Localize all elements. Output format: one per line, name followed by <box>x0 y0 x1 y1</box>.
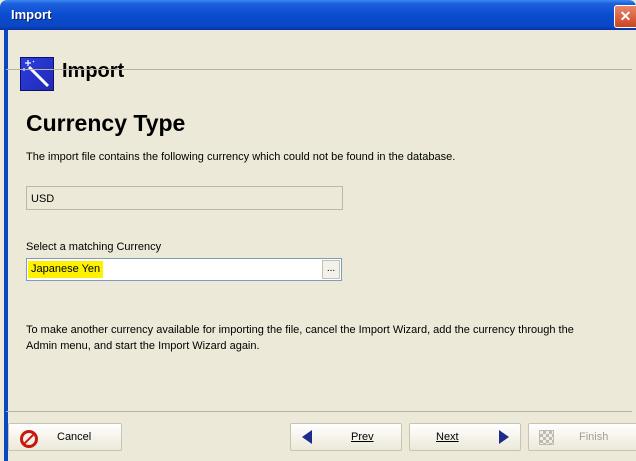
cancel-icon <box>20 430 38 448</box>
cancel-label: Cancel <box>57 431 92 443</box>
prev-label: Prev <box>351 431 374 443</box>
help-note: To make another currency available for i… <box>26 324 574 352</box>
unmatched-currency-field: USD <box>26 186 343 210</box>
browse-button[interactable]: ... <box>322 260 340 279</box>
page-description: The import file contains the following c… <box>26 151 456 163</box>
finish-flag-icon <box>539 430 554 445</box>
finish-label: Finish <box>579 431 609 443</box>
next-label: Next <box>436 431 459 443</box>
prev-button[interactable]: Prev <box>290 423 402 451</box>
selected-currency-value: Japanese Yen <box>28 261 104 278</box>
finish-button[interactable]: Finish <box>528 423 636 451</box>
wizard-page: Currency Type The import file contains t… <box>0 0 632 461</box>
page-title: Currency Type <box>26 110 186 136</box>
currency-select-input[interactable]: Japanese Yen ... <box>26 258 342 281</box>
cancel-button[interactable]: Cancel <box>8 423 122 451</box>
select-currency-label: Select a matching Currency <box>26 241 162 253</box>
next-button[interactable]: Next <box>409 423 521 451</box>
arrow-right-icon <box>499 430 509 444</box>
footer-divider <box>6 411 632 412</box>
arrow-left-icon <box>302 430 312 444</box>
